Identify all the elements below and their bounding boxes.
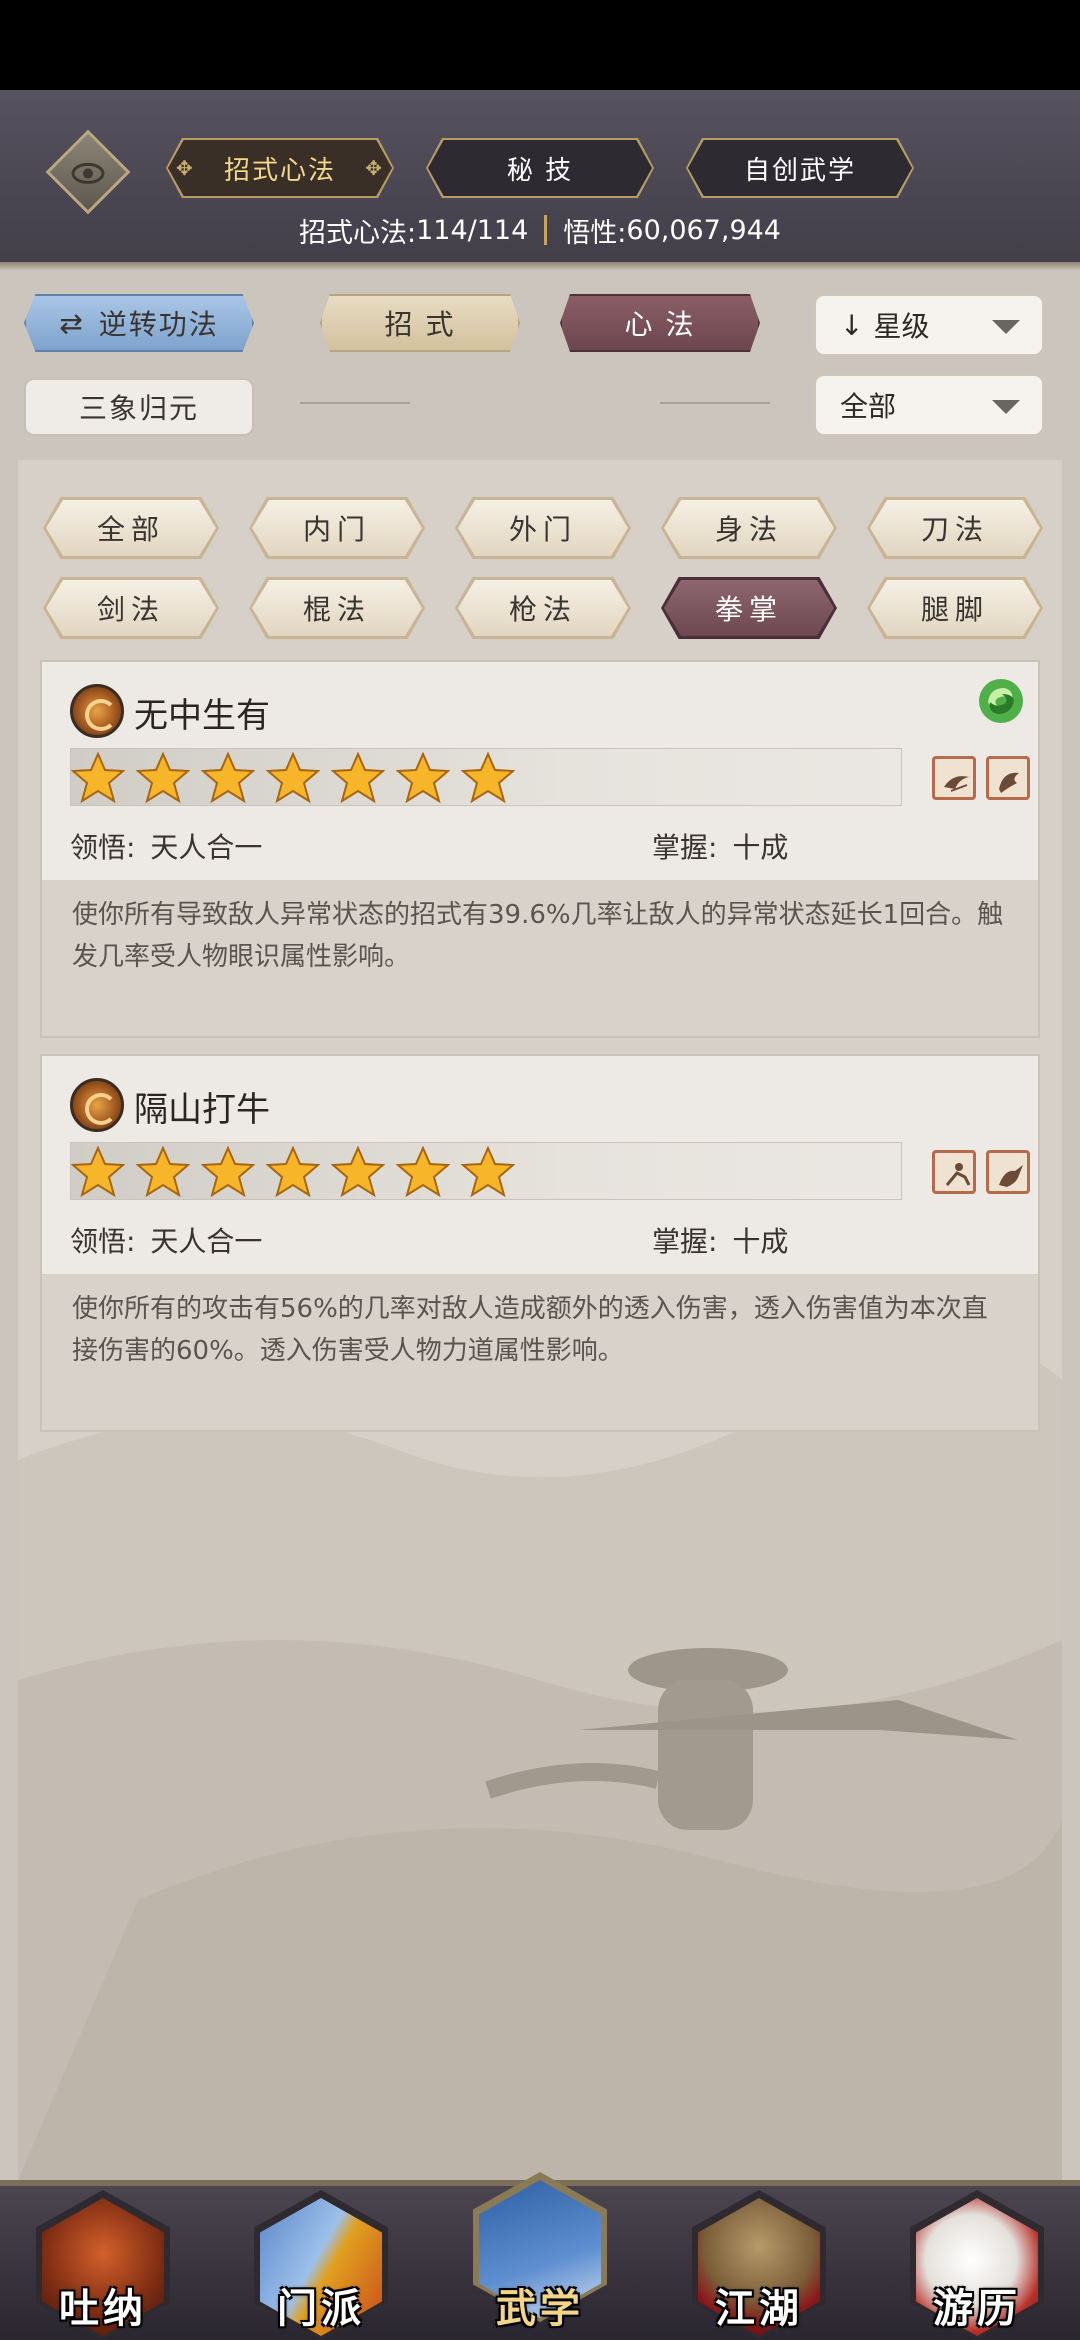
- star-icon: [136, 752, 190, 804]
- nav-breathing[interactable]: 吐纳: [28, 2180, 178, 2340]
- header-stats: 招式心法: 114/114 悟性: 60,067,944: [0, 210, 1080, 250]
- skill-name: 无中生有: [134, 696, 270, 736]
- star-icon: [71, 752, 125, 804]
- star-icon: [331, 1146, 385, 1198]
- tab-skills-mental[interactable]: ✥ 招式心法 ✥: [166, 138, 394, 198]
- dragon-icon: [999, 772, 1019, 793]
- swirl-icon[interactable]: [976, 676, 1026, 726]
- category-sword[interactable]: 剑法: [43, 577, 219, 639]
- star-icon: [266, 1146, 320, 1198]
- slot-icon[interactable]: [932, 756, 976, 800]
- comprehension-label: 悟性:: [563, 217, 627, 249]
- star-icon: [461, 1146, 515, 1198]
- tab-self-created[interactable]: 自创武学: [686, 138, 914, 198]
- divider-ornament: [300, 402, 410, 404]
- star-icon: [201, 1146, 255, 1198]
- visibility-toggle-button[interactable]: [45, 129, 131, 215]
- category-inner[interactable]: 内门: [249, 497, 425, 559]
- star-icon: [396, 1146, 450, 1198]
- skill-description: 使你所有导致敌人异常状态的招式有39.6%几率让敌人的异常状态延长1回合。触发几…: [42, 880, 1038, 1036]
- skills-count-value: 114/114: [416, 214, 529, 246]
- slot-icon[interactable]: [986, 756, 1030, 800]
- category-leg[interactable]: 腿脚: [867, 577, 1043, 639]
- divider-ornament: [660, 402, 770, 404]
- reverse-skill-button[interactable]: ⇄ 逆转功法: [24, 294, 254, 352]
- sort-dropdown[interactable]: ↓ 星级: [814, 294, 1044, 356]
- category-movement[interactable]: 身法: [661, 497, 837, 559]
- main-panel: ⇄ 逆转功法 三象归元 招 式 心 法 ↓ 星级 全部 全部 内门 外门 身法 …: [0, 270, 1080, 2180]
- mode-tab-mental[interactable]: 心 法: [560, 294, 760, 352]
- category-outer[interactable]: 外门: [455, 497, 631, 559]
- star-icon: [331, 752, 385, 804]
- comprehension-value: 60,067,944: [626, 214, 781, 246]
- scope-dropdown[interactable]: 全部: [814, 374, 1044, 436]
- skill-description: 使你所有的攻击有56%的几率对敌人造成额外的透入伤害，透入伤害值为本次直接伤害的…: [42, 1274, 1038, 1430]
- chevron-down-icon: [992, 400, 1020, 414]
- eye-icon: [71, 162, 105, 184]
- slot-icon[interactable]: [932, 1150, 976, 1194]
- arrow-down-icon: ↓: [840, 308, 864, 342]
- slot-icon[interactable]: [986, 1150, 1030, 1194]
- category-blade[interactable]: 刀法: [867, 497, 1043, 559]
- skill-card[interactable]: 无中生有 领悟: 天人合一 掌握: 十成 使你所有导致敌人异常状态的招式有39.…: [40, 660, 1040, 1038]
- fist-skill-icon: [70, 684, 124, 738]
- star-icon: [136, 1146, 190, 1198]
- nav-martial-arts[interactable]: 武学: [465, 2172, 615, 2340]
- skill-name: 隔山打牛: [134, 1090, 270, 1130]
- skills-count-label: 招式心法:: [299, 217, 417, 249]
- fist-skill-icon: [70, 1078, 124, 1132]
- ornament-icon: ✥: [176, 156, 195, 180]
- skill-list-area: 全部 内门 外门 身法 刀法 剑法 棍法 枪法 拳掌 腿脚 无中生有 领悟: 天…: [18, 460, 1062, 2180]
- sanxiang-button[interactable]: 三象归元: [24, 378, 254, 436]
- nav-travel[interactable]: 游历: [902, 2180, 1052, 2340]
- star-icon: [266, 752, 320, 804]
- status-bar: [0, 0, 1080, 90]
- filter-zone: ⇄ 逆转功法 三象归元 招 式 心 法 ↓ 星级 全部: [0, 270, 1080, 460]
- swap-icon: ⇄: [59, 306, 85, 340]
- star-icon: [71, 1146, 125, 1198]
- category-all[interactable]: 全部: [43, 497, 219, 559]
- mode-tab-moves[interactable]: 招 式: [320, 294, 520, 352]
- category-spear[interactable]: 枪法: [455, 577, 631, 639]
- header: ✥ 招式心法 ✥ 秘 技 自创武学 招式心法: 114/114 悟性: 60,0…: [0, 90, 1080, 270]
- skill-card[interactable]: 隔山打牛 领悟: 天人合一 掌握: 十成 使你所有的攻击有56%的几率对敌人造成…: [40, 1054, 1040, 1432]
- chevron-down-icon: [992, 320, 1020, 334]
- star-icon: [461, 752, 515, 804]
- star-rating: [70, 1142, 902, 1200]
- bottom-nav: 吐纳 门派 武学 江湖 游历: [0, 2172, 1080, 2340]
- category-staff[interactable]: 棍法: [249, 577, 425, 639]
- bird-icon: [944, 776, 969, 792]
- star-icon: [396, 752, 450, 804]
- category-fist[interactable]: 拳掌: [661, 577, 837, 639]
- nav-jianghu[interactable]: 江湖: [684, 2180, 834, 2340]
- comprehension-row: 领悟: 天人合一: [70, 1225, 263, 1258]
- mastery-row: 掌握: 十成: [652, 1225, 789, 1258]
- stats-separator: [544, 215, 548, 245]
- ornament-icon: ✥: [365, 156, 384, 180]
- figure-icon: [945, 1163, 971, 1186]
- mastery-row: 掌握: 十成: [652, 831, 789, 864]
- comprehension-row: 领悟: 天人合一: [70, 831, 263, 864]
- star-icon: [201, 752, 255, 804]
- nav-sect[interactable]: 门派: [246, 2180, 396, 2340]
- star-rating: [70, 748, 902, 806]
- tab-secret-techniques[interactable]: 秘 技: [426, 138, 654, 198]
- tiger-icon: [999, 1165, 1023, 1187]
